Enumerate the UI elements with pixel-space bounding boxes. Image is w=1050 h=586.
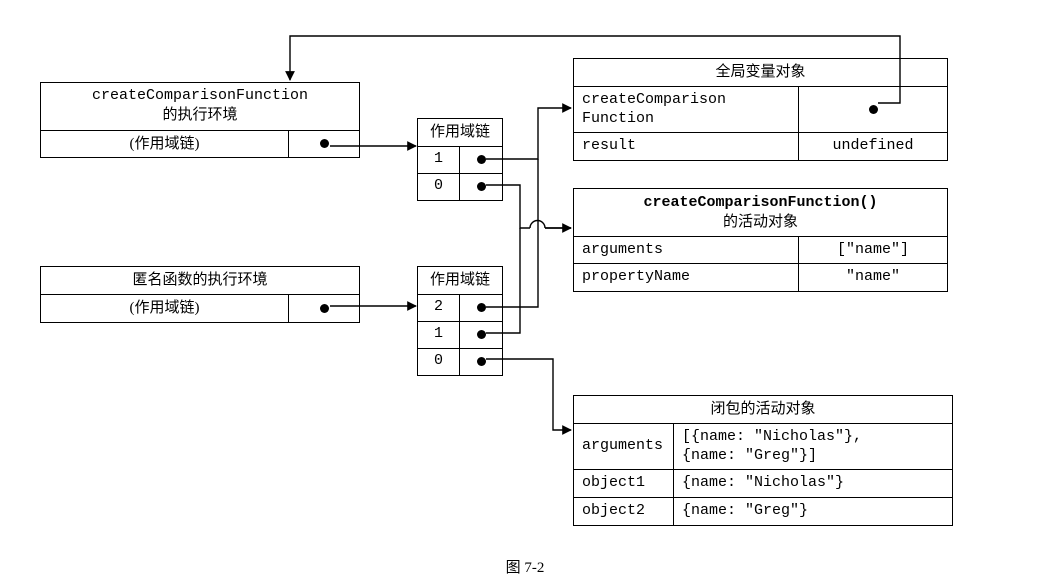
dot-icon [869,105,878,114]
act-closure-row1-val: [{name: "Nicholas"}, {name: "Greg"}] [674,424,952,470]
exec-ctx-anon: 匿名函数的执行环境 (作用域链) [40,266,360,323]
act-closure-title: 闭包的活动对象 [574,396,952,424]
scope-chain-1-idx-0: 0 [418,174,460,200]
scope-chain-2-ptr-0 [460,349,502,375]
dot-icon [477,303,486,312]
act-closure-row2-key: object1 [574,470,674,497]
act-ccf-title-l1: createComparisonFunction() [643,194,877,211]
exec-ctx-ccf-scope-label: (作用域链) [41,131,289,158]
act-closure-row1-key: arguments [574,424,674,470]
act-ccf-row1-val: ["name"] [799,237,947,264]
global-obj-row2-key: result [574,133,799,160]
dot-icon [477,357,486,366]
act-ccf-title: createComparisonFunction() 的活动对象 [574,189,947,237]
exec-ctx-anon-scope-label: (作用域链) [41,295,289,322]
exec-ctx-ccf-pointer [289,131,359,158]
diagram-stage: createComparisonFunction 的执行环境 (作用域链) 匿名… [0,0,1050,586]
dot-icon [320,139,329,148]
scope-chain-2-title: 作用域链 [418,267,502,295]
exec-ctx-ccf-title: createComparisonFunction 的执行环境 [41,83,359,131]
scope-chain-1-ptr-0 [460,174,502,200]
global-obj-row2-val: undefined [799,133,947,160]
scope-chain-2-ptr-2 [460,295,502,321]
activation-obj-ccf: createComparisonFunction() 的活动对象 argumen… [573,188,948,292]
scope-chain-1-title: 作用域链 [418,119,502,147]
global-obj-row1-key: createComparison Function [574,87,799,133]
activation-obj-closure: 闭包的活动对象 arguments [{name: "Nicholas"}, {… [573,395,953,526]
act-closure-row2-val: {name: "Nicholas"} [674,470,952,497]
exec-ctx-ccf-title-l1: createComparisonFunction [92,87,308,104]
figure-caption: 图 7-2 [0,556,1050,577]
scope-chain-2-idx-1: 1 [418,322,460,348]
act-ccf-title-l2: 的活动对象 [723,214,798,230]
exec-ctx-anon-pointer [289,295,359,322]
exec-ctx-ccf-title-l2: 的执行环境 [162,107,237,123]
act-ccf-row2-key: propertyName [574,264,799,291]
act-ccf-row2-val: "name" [799,264,947,291]
exec-ctx-anon-title: 匿名函数的执行环境 [41,267,359,295]
act-closure-row3-val: {name: "Greg"} [674,498,952,525]
scope-chain-1: 作用域链 1 0 [417,118,503,201]
global-obj-title: 全局变量对象 [574,59,947,87]
scope-chain-2-idx-2: 2 [418,295,460,321]
dot-icon [477,155,486,164]
dot-icon [477,330,486,339]
exec-ctx-ccf: createComparisonFunction 的执行环境 (作用域链) [40,82,360,158]
scope-chain-1-idx-1: 1 [418,147,460,173]
global-variable-object: 全局变量对象 createComparison Function result … [573,58,948,161]
scope-chain-1-ptr-1 [460,147,502,173]
dot-icon [477,182,486,191]
scope-chain-2: 作用域链 2 1 0 [417,266,503,376]
scope-chain-2-ptr-1 [460,322,502,348]
act-closure-row3-key: object2 [574,498,674,525]
global-obj-row1-ptr [799,87,947,133]
dot-icon [320,304,329,313]
act-ccf-row1-key: arguments [574,237,799,264]
scope-chain-2-idx-0: 0 [418,349,460,375]
